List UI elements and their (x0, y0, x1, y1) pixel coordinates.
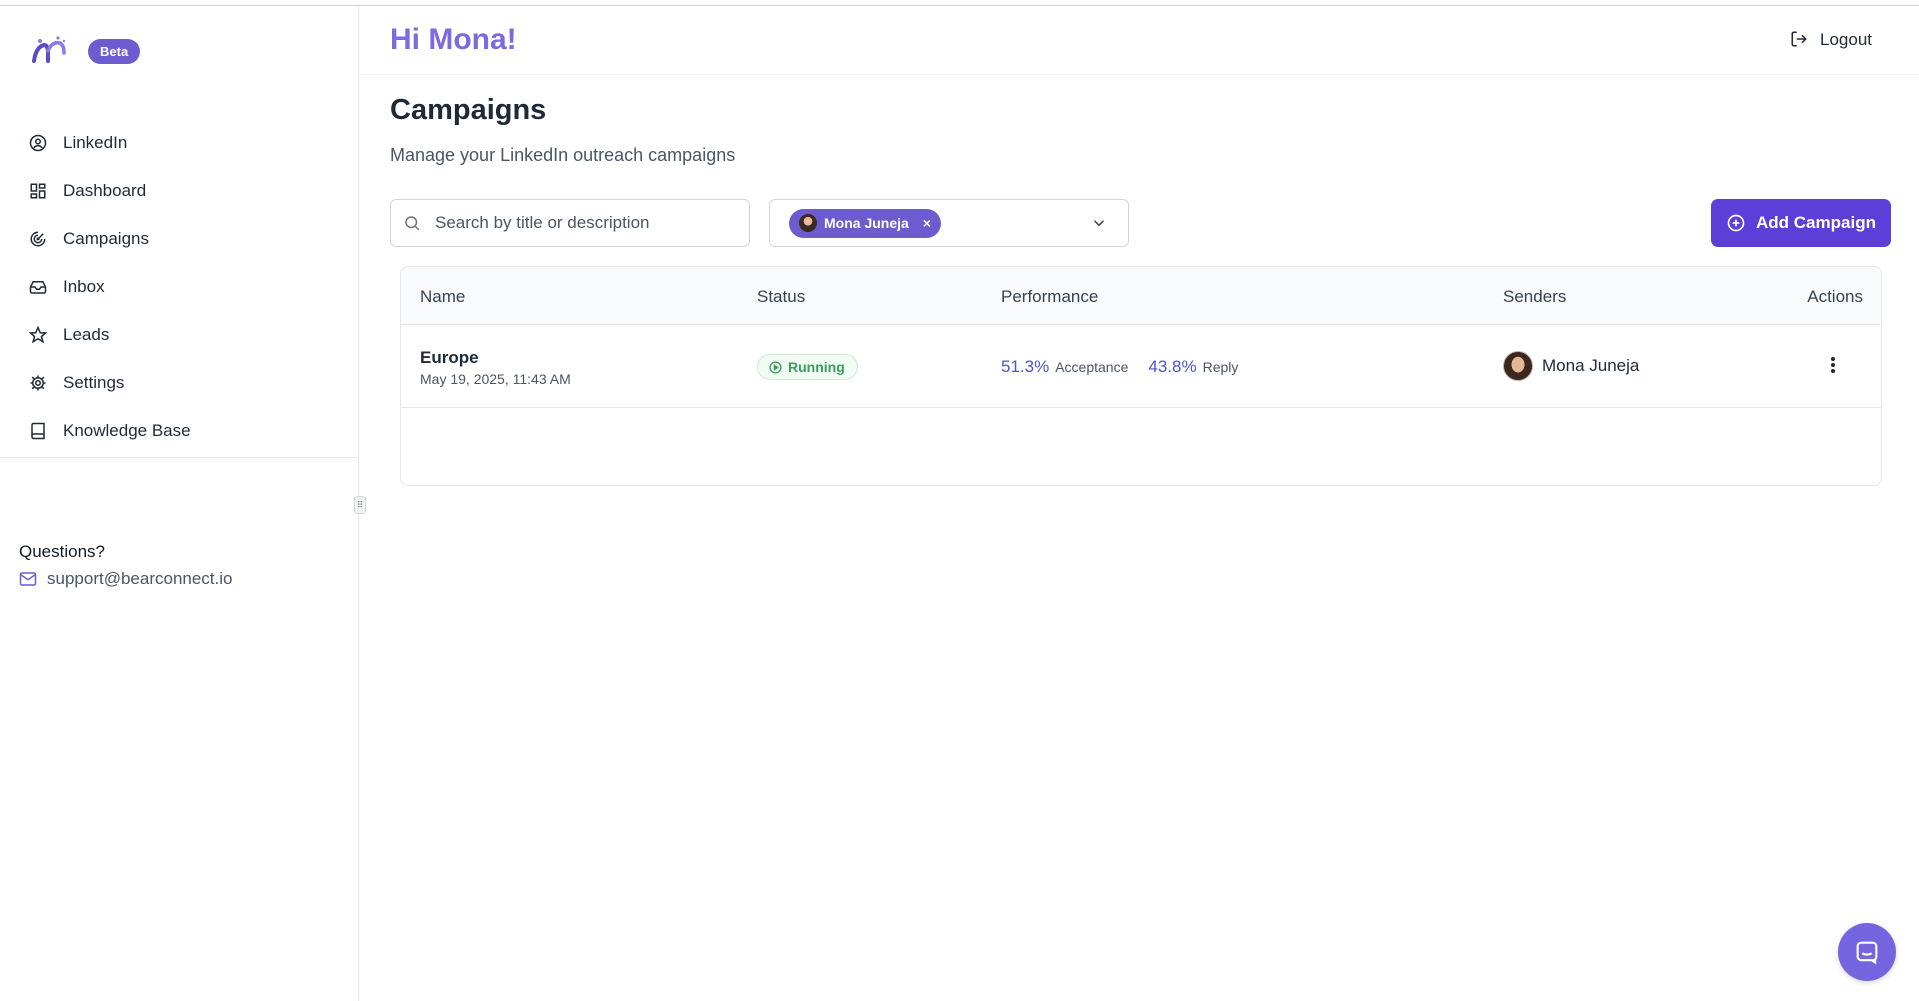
sidebar-item-leads[interactable]: Leads (28, 311, 191, 359)
sidebar-item-label: LinkedIn (63, 133, 128, 152)
sidebar-item-label: Inbox (63, 277, 105, 296)
sidebar-item-linkedin[interactable]: LinkedIn (28, 119, 191, 167)
sidebar: Beta LinkedIn Dashboard Campaigns Inbox (0, 6, 359, 1001)
sidebar-item-label: Leads (63, 325, 110, 344)
sender-name: Mona Juneja (1542, 356, 1640, 375)
performance-stats: 51.3% Acceptance 43.8% Reply (1001, 357, 1238, 377)
page-title: Campaigns (390, 94, 547, 126)
column-header-performance: Performance (1001, 287, 1099, 306)
sender-filter-select[interactable]: Mona Juneja × (769, 199, 1129, 247)
more-vertical-icon (1831, 357, 1835, 373)
sidebar-item-label: Settings (63, 373, 125, 392)
bear-logo-icon (32, 36, 66, 63)
support-email-link[interactable]: support@bearconnect.io (19, 569, 232, 589)
campaign-name[interactable]: Europe (420, 348, 479, 368)
campaigns-table: Name Status Performance Senders Actions … (400, 266, 1882, 486)
sender-cell: Mona Juneja (1503, 351, 1639, 381)
chat-launcher-button[interactable] (1838, 923, 1896, 981)
page-subtitle: Manage your LinkedIn outreach campaigns (390, 145, 736, 165)
logout-icon (1790, 30, 1810, 50)
column-header-actions: Actions (1807, 287, 1863, 306)
sidebar-item-label: Campaigns (63, 229, 149, 248)
chevron-down-icon[interactable] (1090, 214, 1108, 232)
sender-chip-label: Mona Juneja (824, 215, 909, 231)
brand: Beta (28, 33, 141, 69)
sidebar-item-dashboard[interactable]: Dashboard (28, 167, 191, 215)
star-icon (28, 325, 48, 345)
avatar (799, 214, 817, 232)
user-circle-icon (28, 133, 48, 153)
status-label: Running (788, 359, 845, 375)
column-header-status: Status (757, 287, 806, 306)
table-header: Name Status Performance Senders Actions (401, 267, 1881, 325)
gear-icon (28, 373, 48, 393)
sidebar-item-label: Knowledge Base (63, 421, 191, 440)
column-header-name: Name (420, 287, 466, 306)
sender-chip: Mona Juneja × (789, 208, 941, 238)
reply-rate: 43.8% (1148, 357, 1197, 376)
questions-label: Questions? (19, 542, 105, 561)
status-badge: Running (757, 354, 858, 380)
row-actions-button[interactable] (1821, 353, 1845, 377)
plus-circle-icon (1726, 213, 1746, 233)
sidebar-item-campaigns[interactable]: Campaigns (28, 215, 191, 263)
mail-icon (19, 570, 37, 588)
search-input[interactable] (435, 213, 725, 233)
search-box (390, 199, 750, 247)
book-icon (28, 421, 48, 441)
top-header: Hi Mona! Logout (360, 6, 1919, 75)
sidebar-item-knowledge-base[interactable]: Knowledge Base (28, 407, 191, 455)
reply-label: Reply (1202, 359, 1239, 375)
play-circle-icon (769, 360, 782, 374)
beta-badge: Beta (88, 38, 141, 64)
add-campaign-button[interactable]: Add Campaign (1711, 199, 1891, 247)
campaign-date: May 19, 2025, 11:43 AM (420, 371, 571, 387)
acceptance-label: Acceptance (1055, 359, 1129, 375)
sidebar-item-settings[interactable]: Settings (28, 359, 191, 407)
chat-icon (1853, 938, 1881, 966)
support-email-text: support@bearconnect.io (47, 569, 233, 588)
sidebar-divider (0, 457, 359, 458)
add-campaign-label: Add Campaign (1756, 213, 1876, 232)
column-header-senders: Senders (1503, 287, 1567, 306)
target-icon (28, 229, 48, 249)
sidebar-item-inbox[interactable]: Inbox (28, 263, 191, 311)
remove-sender-button[interactable]: × (923, 215, 931, 231)
acceptance-rate: 51.3% (1001, 357, 1050, 376)
logout-button[interactable]: Logout (1790, 30, 1872, 50)
sidebar-resize-handle[interactable]: ⠿ (354, 496, 366, 514)
greeting: Hi Mona! (390, 23, 517, 56)
table-row[interactable]: Europe May 19, 2025, 11:43 AM Running 51… (401, 325, 1881, 408)
grid-icon (28, 181, 48, 201)
sidebar-item-label: Dashboard (63, 181, 147, 200)
avatar (1503, 351, 1533, 381)
grip-icon: ⠿ (356, 499, 364, 510)
inbox-icon (28, 277, 48, 297)
logout-label: Logout (1820, 30, 1872, 49)
sidebar-nav: LinkedIn Dashboard Campaigns Inbox Leads (28, 119, 191, 455)
search-icon (403, 214, 421, 232)
